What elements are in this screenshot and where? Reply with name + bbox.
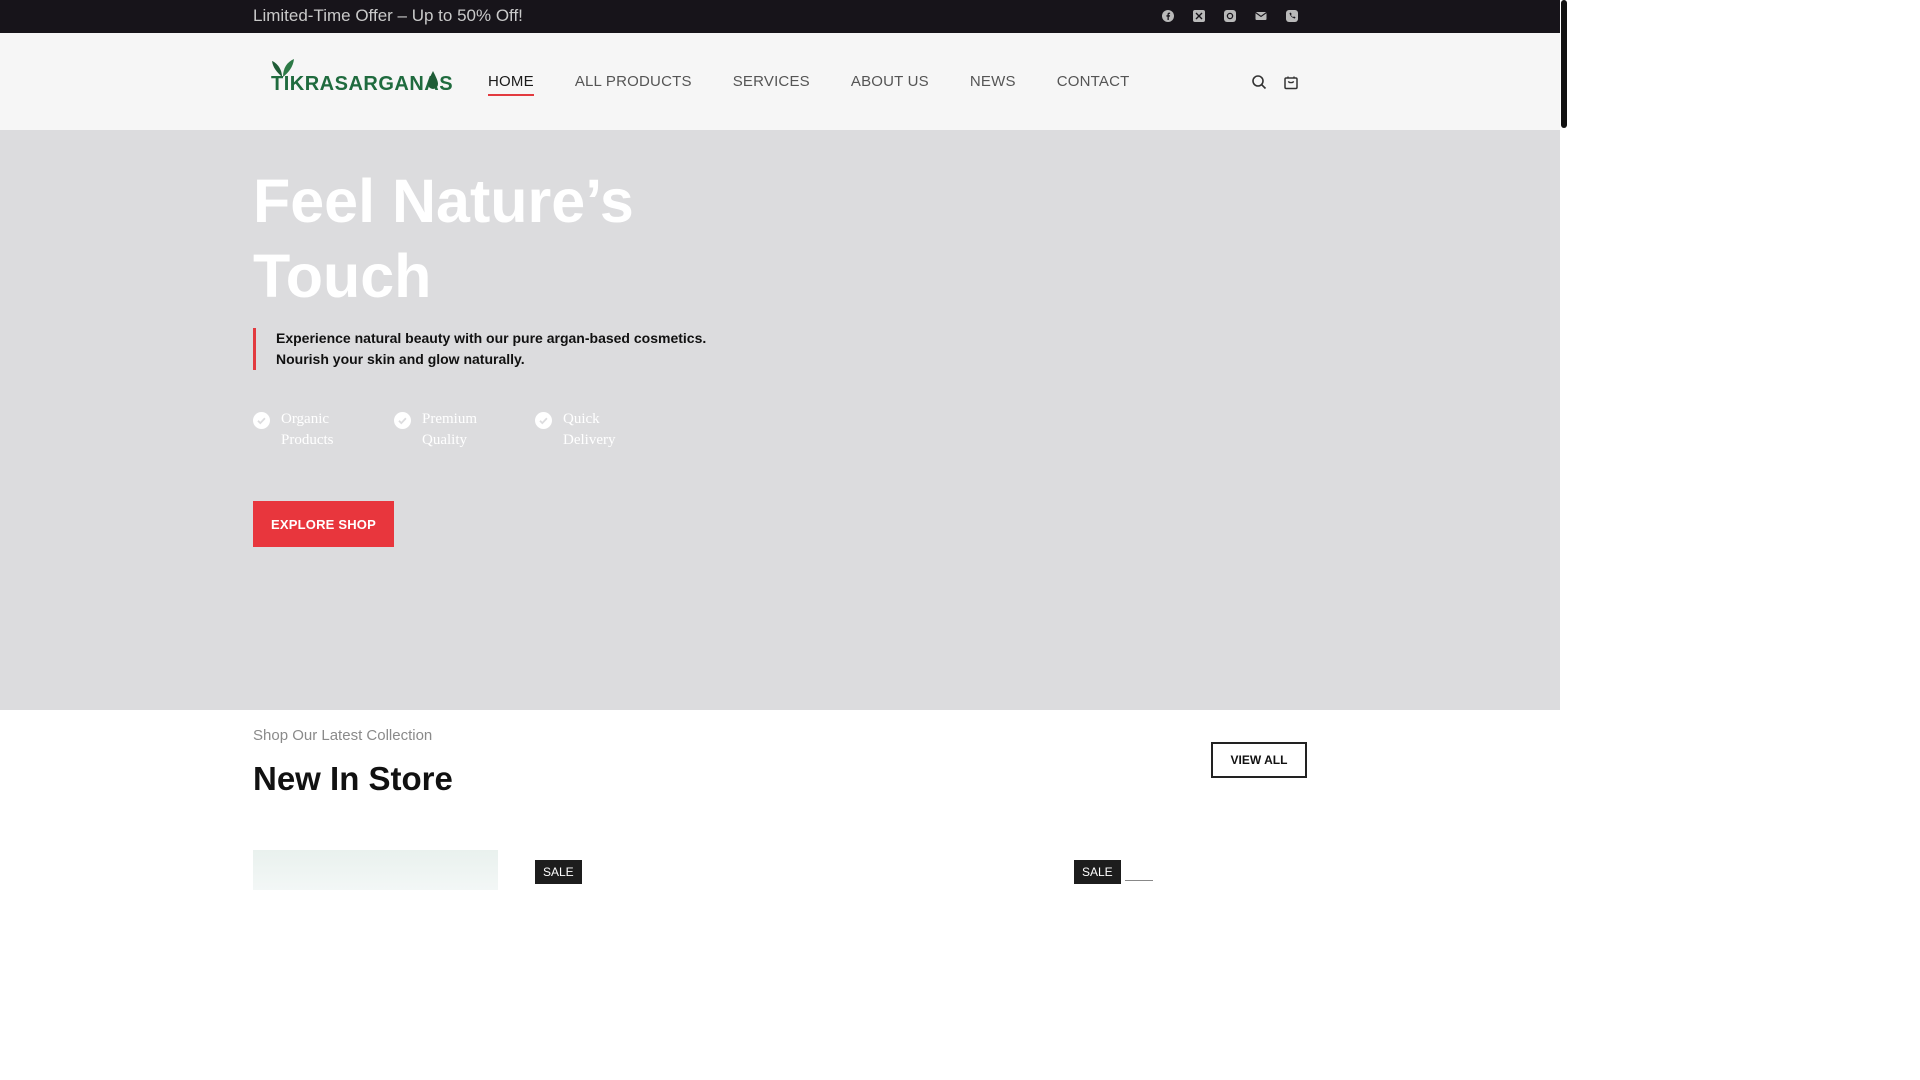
sale-badge: SALE xyxy=(535,860,582,884)
check-circle-icon xyxy=(535,412,552,429)
feature-item: Premium Quality xyxy=(394,409,535,451)
x-twitter-icon[interactable] xyxy=(1192,9,1206,23)
section-heading: New In Store xyxy=(253,760,453,797)
scrollbar-thumb[interactable] xyxy=(1561,0,1567,128)
top-announcement-bar: Limited-Time Offer – Up to 50% Off! xyxy=(0,0,1560,33)
email-icon[interactable] xyxy=(1254,9,1268,23)
feature-label: Premium Quality xyxy=(422,411,477,448)
nav-all-products[interactable]: ALL PRODUCTS xyxy=(575,73,692,96)
hero-title: Feel Nature’s Touch xyxy=(253,167,634,310)
phone-icon[interactable] xyxy=(1285,9,1299,23)
main-navigation: HOME ALL PRODUCTS SERVICES ABOUT US NEWS… xyxy=(488,73,1130,96)
site-logo[interactable]: TIKRASARGANAS xyxy=(271,57,453,97)
nav-about-us[interactable]: ABOUT US xyxy=(851,73,929,96)
divider xyxy=(1125,880,1153,881)
new-in-store-section: Shop Our Latest Collection New In Store … xyxy=(0,710,1560,890)
scrollbar[interactable] xyxy=(1560,0,1568,882)
feature-list: Organic Products Premium Quality Quick D… xyxy=(253,409,676,451)
nav-news[interactable]: NEWS xyxy=(970,73,1016,96)
sale-badge: SALE xyxy=(1074,860,1121,884)
logo-wordmark: TIKRASARGANAS xyxy=(271,73,454,95)
site-header: TIKRASARGANAS HOME ALL PRODUCTS SERVICES… xyxy=(0,33,1560,130)
check-circle-icon xyxy=(253,412,270,429)
feature-label: Quick Delivery xyxy=(563,411,616,448)
cart-icon[interactable] xyxy=(1283,74,1299,90)
feature-item: Quick Delivery xyxy=(535,409,676,451)
check-circle-icon xyxy=(394,412,411,429)
social-links xyxy=(1161,9,1299,23)
hero-section: Feel Nature’s Touch Experience natural b… xyxy=(0,130,1560,710)
feature-label: Organic Products xyxy=(281,411,334,448)
search-icon[interactable] xyxy=(1251,74,1267,90)
header-actions xyxy=(1251,74,1299,90)
drop-logo-icon xyxy=(428,71,438,89)
view-all-button[interactable]: VIEW ALL xyxy=(1211,742,1307,778)
nav-home[interactable]: HOME xyxy=(488,73,534,96)
facebook-icon[interactable] xyxy=(1161,9,1175,23)
explore-shop-button[interactable]: EXPLORE SHOP xyxy=(253,501,394,547)
instagram-icon[interactable] xyxy=(1223,9,1237,23)
feature-item: Organic Products xyxy=(253,409,394,451)
nav-contact[interactable]: CONTACT xyxy=(1057,73,1130,96)
nav-services[interactable]: SERVICES xyxy=(733,73,810,96)
product-image[interactable] xyxy=(253,850,498,890)
section-subheading: Shop Our Latest Collection xyxy=(253,727,433,744)
hero-description: Experience natural beauty with our pure … xyxy=(253,328,746,370)
offer-text: Limited-Time Offer – Up to 50% Off! xyxy=(253,6,523,25)
